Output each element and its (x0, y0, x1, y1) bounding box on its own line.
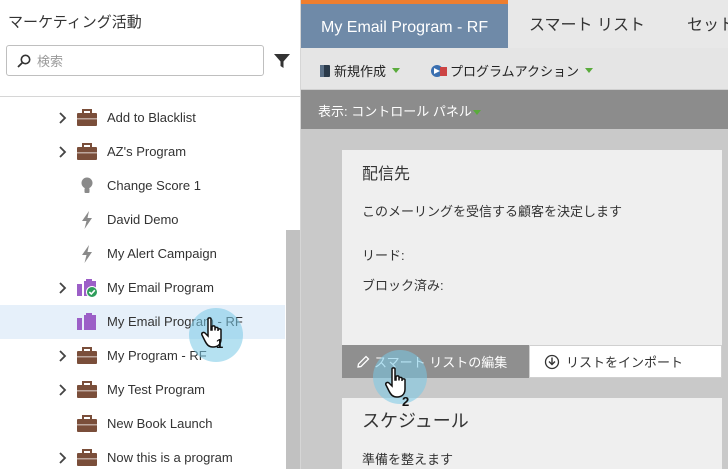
filter-icon[interactable] (273, 52, 291, 70)
main-panel: My Email Program - RF スマート リスト セット 新規作成 … (301, 0, 728, 469)
chevron-right-icon[interactable] (58, 349, 68, 363)
tree-item-label: My Alert Campaign (107, 246, 217, 261)
tree-item-add-to-blacklist[interactable]: Add to Blacklist (0, 101, 285, 135)
briefcase-icon (77, 415, 97, 432)
chevron-right-icon[interactable] (58, 451, 68, 465)
dropdown-triangle-icon (584, 68, 593, 73)
tab-my-email-program-rf[interactable]: My Email Program - RF (301, 0, 508, 48)
new-icon (320, 64, 330, 77)
tree-item-now-this-is-a-program[interactable]: Now this is a program (0, 441, 285, 469)
marketing-activities-sidebar: マーケティング活動 Add to Blacklist AZ's Program (0, 0, 301, 469)
tree-item-my-email-program[interactable]: My Email Program (0, 271, 285, 305)
tree-item-az-program[interactable]: AZ's Program (0, 135, 285, 169)
schedule-status: 準備を整えます (362, 452, 454, 467)
delivery-card: 配信先 このメーリングを受信する顧客を決定します リード: ブロック済み: スマ… (342, 150, 722, 378)
schedule-card: スケジュール 準備を整えます (342, 398, 722, 469)
delivery-description: このメーリングを受信する顧客を決定します (362, 204, 623, 219)
briefcase-icon (77, 381, 97, 398)
dropdown-triangle-icon (392, 68, 401, 73)
briefcase-icon (77, 143, 97, 160)
chevron-right-icon[interactable] (58, 383, 68, 397)
tab-label: My Email Program - RF (321, 19, 489, 36)
tab-smart-list[interactable]: スマート リスト (529, 0, 645, 48)
toolbar: 新規作成 プログラムアクション (301, 48, 728, 90)
tab-label: スマート リスト (529, 17, 645, 34)
chevron-right-icon[interactable] (58, 145, 68, 159)
tree-item-new-book-launch[interactable]: New Book Launch (0, 407, 285, 441)
tab-bar: My Email Program - RF スマート リスト セット (301, 0, 728, 48)
tree-item-my-test-program[interactable]: My Test Program (0, 373, 285, 407)
tree-item-label: AZ's Program (107, 144, 187, 159)
tree-item-label: Now this is a program (107, 450, 233, 465)
search-box[interactable] (6, 45, 264, 76)
view-label: 表示: コントロール パネル (318, 104, 472, 119)
email-program-icon (77, 313, 96, 330)
program-actions-button[interactable]: プログラムアクション (430, 61, 593, 80)
sidebar-divider (0, 96, 300, 97)
lightbulb-icon (81, 177, 93, 193)
tree-item-change-score[interactable]: Change Score 1 (0, 169, 285, 203)
tree-item-label: My Email Program (107, 280, 214, 295)
view-selector[interactable]: 表示: コントロール パネル (318, 101, 481, 120)
tree-item-label: New Book Launch (107, 416, 213, 431)
program-actions-icon (431, 64, 447, 77)
tree-item-my-alert-campaign[interactable]: My Alert Campaign (0, 237, 285, 271)
briefcase-icon (77, 109, 97, 126)
step-cursor-2: 2 (373, 350, 427, 409)
view-bar[interactable]: 表示: コントロール パネル (301, 90, 728, 129)
tree-item-label: Change Score 1 (107, 178, 201, 193)
tab-label: セット (687, 17, 728, 34)
program-tree: Add to Blacklist AZ's Program Change Sco… (0, 101, 285, 469)
import-list-label: リストをインポート (566, 355, 684, 370)
tree-item-label: David Demo (107, 212, 179, 227)
edit-smart-list-button[interactable]: スマート リストの編集 (342, 345, 529, 378)
chevron-right-icon[interactable] (58, 111, 68, 125)
step-number: 1 (216, 336, 224, 351)
lightning-icon (82, 211, 92, 229)
search-row (6, 45, 294, 77)
new-button[interactable]: 新規作成 (319, 61, 401, 80)
search-icon (17, 54, 31, 68)
delivery-card-title: 配信先 (362, 166, 411, 183)
pencil-icon (357, 355, 370, 368)
program-actions-label: プログラムアクション (450, 64, 579, 79)
sidebar-title: マーケティング活動 (8, 14, 142, 31)
step-cursor-1: 1 (189, 308, 243, 362)
briefcase-icon (77, 347, 97, 364)
new-label: 新規作成 (334, 64, 387, 79)
tab-setup[interactable]: セット (687, 0, 728, 48)
blocked-label: ブロック済み: (362, 278, 444, 293)
sidebar-scrollbar[interactable] (286, 230, 300, 469)
import-list-button[interactable]: リストをインポート (529, 345, 722, 378)
schedule-card-title: スケジュール (362, 411, 469, 431)
leads-label: リード: (362, 248, 405, 263)
lightning-icon (82, 245, 92, 263)
chevron-right-icon[interactable] (58, 281, 68, 295)
search-input[interactable] (37, 51, 257, 71)
email-program-approved-icon (77, 279, 98, 298)
step-number: 2 (402, 394, 410, 409)
dropdown-triangle-icon (472, 110, 481, 116)
tree-item-label: My Test Program (107, 382, 206, 397)
tree-item-david-demo[interactable]: David Demo (0, 203, 285, 237)
briefcase-icon (77, 449, 97, 466)
tree-item-label: Add to Blacklist (107, 110, 196, 125)
import-icon (544, 354, 560, 370)
